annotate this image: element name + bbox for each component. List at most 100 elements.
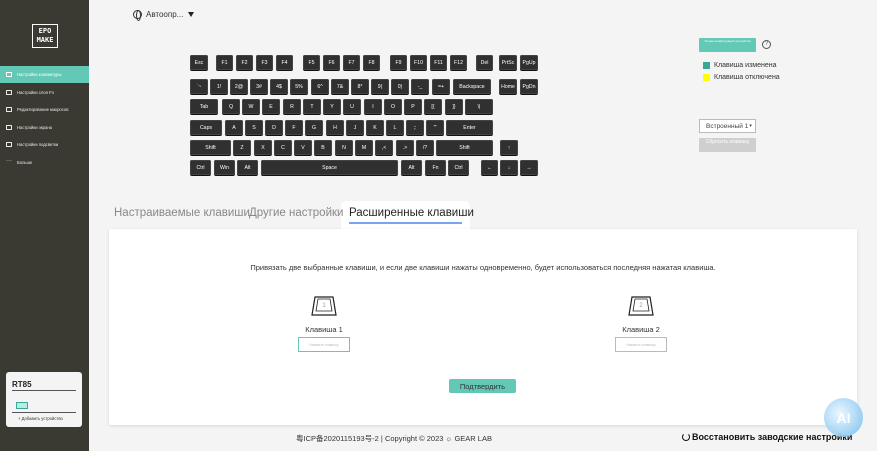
add-device-button[interactable]: + Добавить устройство: [18, 416, 63, 421]
key-3-7[interactable]: J: [346, 120, 364, 136]
key-2-12[interactable]: ]}: [445, 99, 463, 115]
key-2-5[interactable]: T: [303, 99, 321, 115]
language-select[interactable]: Автоопр...: [133, 10, 195, 21]
key-3-12[interactable]: Enter: [446, 120, 493, 136]
key-3-11[interactable]: '": [426, 120, 444, 136]
key-0-4[interactable]: F4: [276, 55, 293, 71]
key-1-13[interactable]: Backspace: [453, 79, 491, 95]
key-0-14[interactable]: PrtSc: [499, 55, 517, 71]
key-1-6[interactable]: 6^: [311, 79, 329, 95]
key-0-11[interactable]: F11: [430, 55, 447, 71]
key-3-2[interactable]: S: [245, 120, 263, 136]
key-1-15[interactable]: PgDn: [520, 79, 538, 95]
key-5-3[interactable]: Space: [261, 160, 398, 176]
key-3-1[interactable]: A: [225, 120, 243, 136]
key-2-2[interactable]: W: [242, 99, 260, 115]
key-1-1[interactable]: 1!: [210, 79, 228, 95]
key-1-11[interactable]: -_: [411, 79, 429, 95]
device-config-button[interactable]: Точная конфигурация устройства: [699, 38, 756, 52]
device-card[interactable]: RT85 + Добавить устройство: [6, 372, 82, 427]
key-4-10[interactable]: /?: [416, 140, 434, 156]
layer-select[interactable]: Встроенный 1 ▾: [699, 119, 756, 133]
key-5-9[interactable]: →: [520, 160, 538, 176]
key1-input[interactable]: Нажмите клавишу: [298, 337, 350, 352]
key-1-0[interactable]: `~: [190, 79, 208, 95]
key2-input[interactable]: Нажмите клавишу: [615, 337, 667, 352]
key-2-7[interactable]: U: [343, 99, 361, 115]
key-5-8[interactable]: ↓: [500, 160, 518, 176]
key-4-11[interactable]: Shift: [436, 140, 493, 156]
key-2-1[interactable]: Q: [222, 99, 240, 115]
sidebar-item-5[interactable]: ··· Больше: [0, 154, 89, 171]
key-2-8[interactable]: I: [364, 99, 382, 115]
key-2-6[interactable]: Y: [323, 99, 341, 115]
key-1-10[interactable]: 0): [391, 79, 409, 95]
key-3-9[interactable]: L: [386, 120, 404, 136]
key-4-4[interactable]: V: [294, 140, 312, 156]
key-5-5[interactable]: Fn: [425, 160, 446, 176]
tab-custom-keys[interactable]: Настраиваемые клавиши: [114, 207, 250, 219]
key-3-8[interactable]: K: [366, 120, 384, 136]
key-1-14[interactable]: Home: [499, 79, 517, 95]
key-3-5[interactable]: G: [305, 120, 323, 136]
key-2-0[interactable]: Tab: [190, 99, 218, 115]
key-0-2[interactable]: F2: [236, 55, 253, 71]
key-4-8[interactable]: ,<: [375, 140, 393, 156]
key-0-1[interactable]: F1: [216, 55, 233, 71]
help-icon[interactable]: ?: [762, 40, 771, 49]
sidebar-item-0[interactable]: Настройки клавиатуры: [0, 66, 89, 83]
key-0-3[interactable]: F3: [256, 55, 273, 71]
sidebar-item-2[interactable]: Редактирование макросов: [0, 101, 89, 118]
sidebar-item-3[interactable]: Настройки экрана: [0, 119, 89, 136]
key-1-8[interactable]: 8*: [351, 79, 369, 95]
key-5-7[interactable]: ←: [481, 160, 498, 176]
key-4-1[interactable]: Z: [233, 140, 251, 156]
key-4-5[interactable]: B: [314, 140, 332, 156]
key-1-4[interactable]: 4$: [270, 79, 288, 95]
key-1-2[interactable]: 2@: [230, 79, 248, 95]
key-4-6[interactable]: N: [335, 140, 353, 156]
key-2-3[interactable]: E: [262, 99, 280, 115]
key-1-9[interactable]: 9(: [371, 79, 389, 95]
reset-key-button[interactable]: Сбросить клавишу: [699, 138, 756, 152]
key-0-6[interactable]: F6: [323, 55, 340, 71]
key-3-3[interactable]: D: [265, 120, 283, 136]
key-2-10[interactable]: P: [404, 99, 422, 115]
key-0-10[interactable]: F10: [410, 55, 427, 71]
key-2-9[interactable]: O: [384, 99, 402, 115]
sidebar-item-4[interactable]: Настройки подсветки: [0, 136, 89, 153]
key-1-5[interactable]: 5%: [290, 79, 308, 95]
key-0-8[interactable]: F8: [363, 55, 380, 71]
key-5-2[interactable]: Alt: [237, 160, 258, 176]
keyboard-device-icon[interactable]: [16, 402, 28, 409]
key-5-1[interactable]: Win: [214, 160, 235, 176]
key-5-4[interactable]: Alt: [401, 160, 422, 176]
key-1-3[interactable]: 3#: [250, 79, 268, 95]
key-4-0[interactable]: Shift: [190, 140, 231, 156]
key-2-4[interactable]: R: [283, 99, 301, 115]
key-1-12[interactable]: =+: [432, 79, 450, 95]
confirm-button[interactable]: Подтвердить: [449, 379, 516, 393]
key-0-13[interactable]: Del: [476, 55, 493, 71]
key-3-6[interactable]: H: [326, 120, 344, 136]
key-4-12[interactable]: ↑: [500, 140, 518, 156]
key-2-11[interactable]: [{: [424, 99, 442, 115]
key-0-12[interactable]: F12: [450, 55, 467, 71]
key-0-0[interactable]: Esc: [190, 55, 208, 71]
key-3-0[interactable]: Caps: [190, 120, 222, 136]
key-4-9[interactable]: .>: [396, 140, 414, 156]
key-0-5[interactable]: F5: [303, 55, 320, 71]
key-3-4[interactable]: F: [285, 120, 303, 136]
key-5-0[interactable]: Ctrl: [190, 160, 211, 176]
key-4-2[interactable]: X: [254, 140, 272, 156]
tab-other-settings[interactable]: Другие настройки: [249, 207, 343, 219]
key-1-7[interactable]: 7&: [331, 79, 349, 95]
restore-defaults-button[interactable]: Восстановить заводские настройки: [682, 432, 852, 442]
key-0-7[interactable]: F7: [343, 55, 360, 71]
sidebar-item-1[interactable]: Настройки слоя Fn: [0, 84, 89, 101]
ai-assistant-button[interactable]: AI: [824, 398, 863, 437]
key-2-13[interactable]: \|: [465, 99, 493, 115]
key-3-10[interactable]: ;:: [406, 120, 424, 136]
key-0-9[interactable]: F9: [390, 55, 407, 71]
key-0-15[interactable]: PgUp: [520, 55, 538, 71]
